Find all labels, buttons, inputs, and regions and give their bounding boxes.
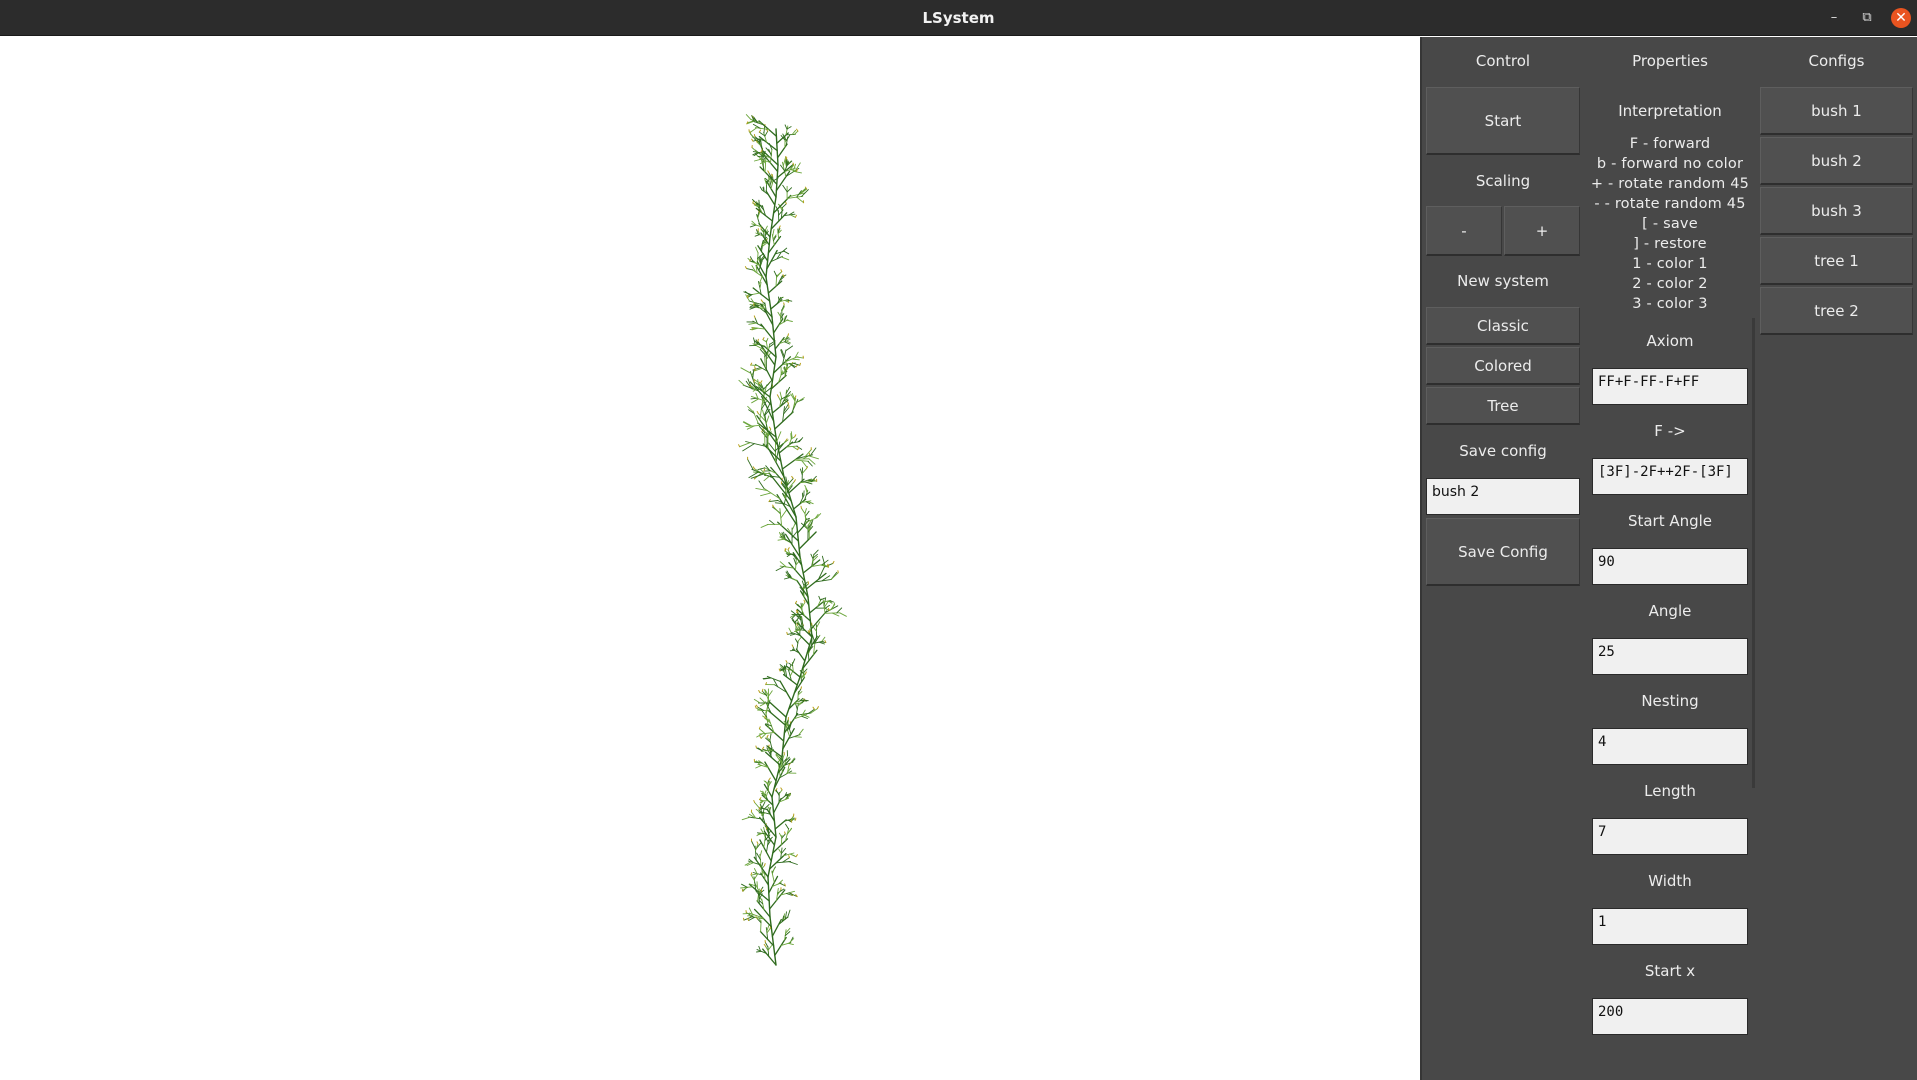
configs-header: Configs [1808, 52, 1865, 70]
title-bar: LSystem – ⧉ ✕ [0, 0, 1917, 36]
scale-up-button[interactable]: + [1504, 206, 1580, 256]
length-input[interactable]: 7 [1592, 818, 1748, 855]
interpretation-line: F - forward [1629, 136, 1711, 152]
config-item-bush-1[interactable]: bush 1 [1760, 87, 1913, 135]
length-label: Length [1644, 782, 1696, 800]
properties-header: Properties [1632, 52, 1708, 70]
config-item-bush-3[interactable]: bush 3 [1760, 187, 1913, 235]
angle-label: Angle [1648, 602, 1692, 620]
start-button[interactable]: Start [1426, 87, 1580, 155]
config-name-input[interactable]: bush 2 [1426, 478, 1580, 515]
nesting-label: Nesting [1641, 692, 1699, 710]
interpretation-line: - - rotate random 45 [1594, 196, 1746, 212]
save-config-button[interactable]: Save Config [1426, 518, 1580, 586]
properties-scrollbar[interactable] [1752, 318, 1755, 788]
config-item-tree-1[interactable]: tree 1 [1760, 237, 1913, 285]
start-x-label: Start x [1644, 962, 1696, 980]
start-angle-label: Start Angle [1627, 512, 1713, 530]
window-title: LSystem [922, 9, 995, 27]
drawing-canvas[interactable] [0, 37, 1420, 1080]
interpretation-line: 3 - color 3 [1632, 296, 1708, 312]
start-x-input[interactable]: 200 [1592, 998, 1748, 1035]
config-item-bush-2[interactable]: bush 2 [1760, 137, 1913, 185]
control-header: Control [1475, 52, 1531, 70]
tree-button[interactable]: Tree [1426, 387, 1580, 425]
new-system-header: New system [1457, 272, 1549, 290]
interpretation-line: 1 - color 1 [1632, 256, 1708, 272]
lsystem-plant-drawing [738, 114, 847, 966]
interpretation-line: ] - restore [1633, 236, 1707, 252]
interpretation-line: 2 - color 2 [1632, 276, 1708, 292]
angle-input[interactable]: 25 [1592, 638, 1748, 675]
minimize-icon[interactable]: – [1824, 8, 1844, 28]
config-item-tree-2[interactable]: tree 2 [1760, 287, 1913, 335]
scale-down-button[interactable]: - [1426, 206, 1502, 256]
width-input[interactable]: 1 [1592, 908, 1748, 945]
interpretation-legend: F - forward b - forward no color + - rotat… [1585, 136, 1755, 321]
interpretation-line: + - rotate random 45 [1590, 176, 1750, 192]
f-input[interactable]: [3F]-2F++2F-[3F] [1592, 458, 1748, 495]
interpretation-header: Interpretation [1618, 102, 1722, 120]
axiom-input[interactable]: FF+F-FF-F+FF [1592, 368, 1748, 405]
colored-button[interactable]: Colored [1426, 347, 1580, 385]
save-config-header: Save config [1459, 442, 1547, 460]
classic-button[interactable]: Classic [1426, 307, 1580, 345]
nesting-input[interactable]: 4 [1592, 728, 1748, 765]
close-icon[interactable]: ✕ [1891, 8, 1911, 28]
f-label: F -> [1654, 422, 1686, 440]
scaling-header: Scaling [1475, 172, 1531, 190]
interpretation-line: [ - save [1642, 216, 1698, 232]
width-label: Width [1648, 872, 1692, 890]
maximize-icon[interactable]: ⧉ [1857, 8, 1877, 28]
interpretation-line: b - forward no color [1596, 156, 1744, 172]
axiom-label: Axiom [1646, 332, 1694, 350]
start-angle-input[interactable]: 90 [1592, 548, 1748, 585]
